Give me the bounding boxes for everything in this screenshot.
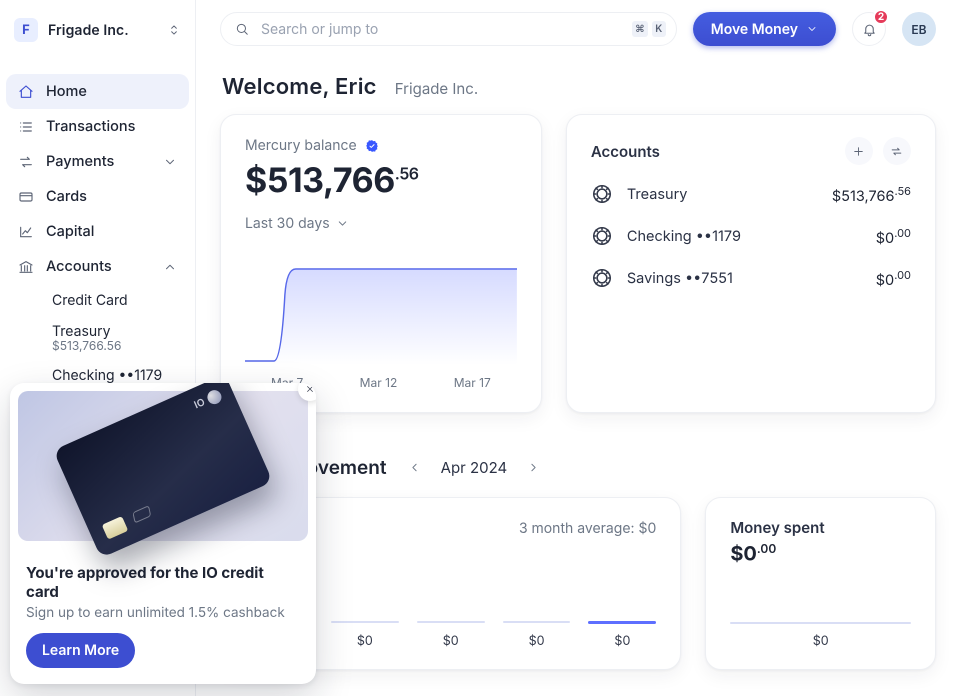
transfer-icon [18,154,34,170]
nav-label: Transactions [46,118,135,135]
nav-label: Accounts [46,258,112,275]
plus-icon [852,145,865,158]
move-money-button[interactable]: Move Money [693,12,836,46]
card-icon [18,189,34,205]
nav-capital[interactable]: Capital [6,214,189,249]
promo-title: You're approved for the IO credit card [26,563,300,601]
money-in-avg: 3 month average: $0 [519,520,656,537]
welcome: Welcome, Eric Frigade Inc. [222,74,936,100]
credit-card-graphic: IO [53,383,273,558]
balance-label: Mercury balance [245,137,357,154]
money-movement-header: Money movement Apr 2024 [222,455,936,479]
user-avatar[interactable]: EB [902,12,936,46]
balance-range[interactable]: Last 30 days [245,215,517,232]
coin-icon [591,183,613,205]
page-title: Welcome, Eric [222,74,377,100]
account-name: Savings ••7551 [627,270,733,287]
coin-icon [591,225,613,247]
notification-badge: 2 [873,9,889,25]
chevron-down-icon [806,23,818,35]
chart-icon [18,224,34,240]
promo-body: Sign up to earn unlimited 1.5% cashback [26,605,300,621]
nav-label: Payments [46,153,114,170]
close-icon [305,384,315,394]
balance-card: Mercury balance $513,766.56 Last 30 days [220,114,542,413]
nav-label: Capital [46,223,94,240]
month-next[interactable] [521,455,545,479]
nav-sub-treasury[interactable]: Treasury $513,766.56 [44,317,189,359]
transfer-button[interactable] [883,137,911,165]
verified-icon [365,139,379,153]
org-logo: F [14,18,38,42]
select-chevrons-icon [167,23,181,37]
org-name: Frigade Inc. [48,22,129,39]
money-spent-label: Money spent [730,518,824,537]
nav-accounts-children: Credit Card Treasury $513,766.56 Checkin… [6,286,189,390]
account-name: Treasury [627,186,688,203]
primary-nav: Home Transactions Payments Cards Capital [6,74,189,390]
accounts-card: Accounts Treasury $513,766.56 [566,114,936,413]
account-amount: $0.00 [876,268,911,289]
org-switcher[interactable]: F Frigade Inc. [6,10,189,50]
notifications-button[interactable]: 2 [852,12,886,46]
bank-icon [18,259,34,275]
nav-sub-credit-card[interactable]: Credit Card [44,286,189,315]
search-shortcut: ⌘K [632,21,666,37]
chevron-down-icon [163,155,177,169]
account-name: Checking ••1179 [627,228,741,245]
money-spent-card: Money spent $0.00 $0 [705,497,936,670]
money-spent-bars [730,622,911,624]
month-label: Apr 2024 [441,458,508,477]
money-spent-bar-labels: $0 [730,634,911,649]
promo-image: IO [18,391,308,541]
nav-label: Home [46,83,87,100]
nav-home[interactable]: Home [6,74,189,109]
nav-cards[interactable]: Cards [6,179,189,214]
account-row-savings[interactable]: Savings ••7551 $0.00 [591,267,911,289]
month-pager: Apr 2024 [403,455,546,479]
chevron-right-icon [527,461,540,474]
move-money-label: Move Money [711,21,798,38]
search[interactable]: ⌘K [220,12,677,46]
nav-transactions[interactable]: Transactions [6,109,189,144]
balance-amount: $513,766.56 [245,160,517,201]
search-icon [235,22,249,36]
month-prev[interactable] [403,455,427,479]
coin-icon [591,267,613,289]
bell-icon [862,22,877,37]
page-subtitle: Frigade Inc. [395,79,478,98]
add-account-button[interactable] [845,137,873,165]
search-input[interactable] [259,20,622,39]
chevron-up-icon [163,260,177,274]
account-amount: $0.00 [876,226,911,247]
account-row-checking[interactable]: Checking ••1179 $0.00 [591,225,911,247]
accounts-title: Accounts [591,142,660,161]
money-spent-value: $0.00 [730,541,911,566]
balance-sparkline [245,235,517,365]
list-icon [18,119,34,135]
promo-cta[interactable]: Learn More [26,633,135,668]
account-amount: $513,766.56 [832,184,911,205]
nav-payments[interactable]: Payments [6,144,189,179]
topbar: ⌘K Move Money 2 EB [196,0,960,54]
nav-label: Cards [46,188,87,205]
account-row-treasury[interactable]: Treasury $513,766.56 [591,183,911,205]
promo-card: IO You're approved for the IO credit car… [10,383,316,684]
chevron-left-icon [408,461,421,474]
chevron-down-icon [336,217,349,230]
nav-sub-balance: $513,766.56 [52,338,181,353]
swap-icon [890,145,903,158]
nav-accounts[interactable]: Accounts [6,249,189,284]
home-icon [18,84,34,100]
